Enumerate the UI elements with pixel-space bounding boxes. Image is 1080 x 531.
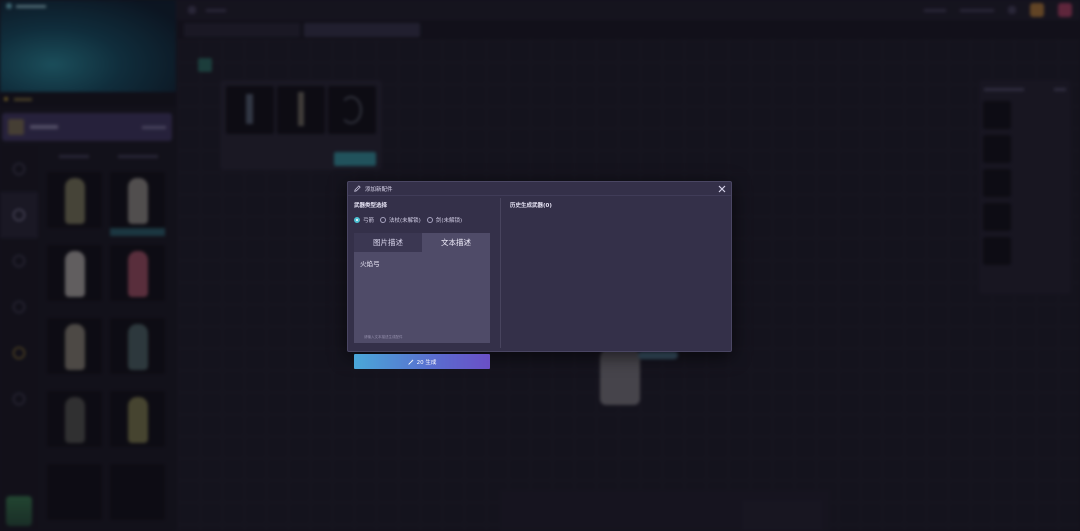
- dialog-header: 添加新配件: [348, 182, 731, 196]
- radio-unchecked-icon: [380, 216, 387, 223]
- weapon-type-title: 武器类型选择: [354, 203, 388, 209]
- radio-label: 剑(未解锁): [435, 217, 463, 224]
- radio-sword[interactable]: 剑(未解锁): [426, 216, 463, 224]
- radio-label: 弓箭: [363, 217, 375, 224]
- prompt-textarea[interactable]: 火焰弓 请输入文本描述生成配件: [354, 252, 490, 343]
- app-window: 添加新配件 武器类型选择 弓箭 法杖(未解锁) 剑(未解锁) 图片描述 文本描述…: [0, 0, 1080, 531]
- radio-checked-icon: [354, 216, 360, 223]
- weapon-type-radio-group: 弓箭 法杖(未解锁) 剑(未解锁): [354, 215, 491, 224]
- dialog-left-pane: 武器类型选择 弓箭 法杖(未解锁) 剑(未解锁) 图片描述 文本描述 火焰弓 请…: [354, 202, 491, 369]
- close-icon[interactable]: [717, 184, 727, 194]
- generate-button[interactable]: 20 生成: [354, 354, 490, 369]
- dialog-divider: [500, 198, 501, 348]
- radio-bow[interactable]: 弓箭: [354, 216, 374, 224]
- dialog-title: 添加新配件: [365, 186, 393, 193]
- tab-text-description[interactable]: 文本描述: [422, 233, 490, 252]
- description-mode-tabs: 图片描述 文本描述: [354, 233, 490, 252]
- radio-staff[interactable]: 法杖(未解锁): [380, 216, 421, 224]
- radio-label: 法杖(未解锁): [389, 217, 421, 224]
- generate-label: 20 生成: [416, 359, 437, 366]
- tab-image-description[interactable]: 图片描述: [354, 233, 422, 252]
- add-part-dialog: 添加新配件 武器类型选择 弓箭 法杖(未解锁) 剑(未解锁) 图片描述 文本描述…: [347, 181, 732, 369]
- prompt-value: 火焰弓: [360, 260, 380, 268]
- radio-unchecked-icon: [426, 216, 433, 223]
- prompt-hint: 请输入文本描述生成配件: [364, 335, 403, 339]
- history-title: 历史生成武器(0): [510, 203, 552, 209]
- magic-wand-icon: [407, 358, 414, 365]
- edit-icon: [354, 185, 361, 192]
- dialog-history-pane: 历史生成武器(0): [510, 202, 725, 210]
